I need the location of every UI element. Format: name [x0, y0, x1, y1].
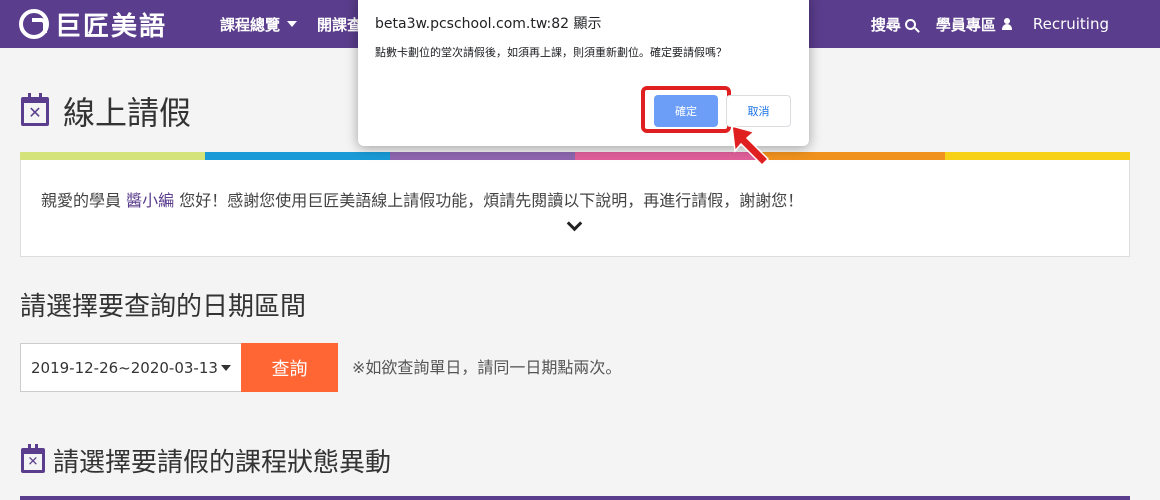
info-box: 親愛的學員 醬小編 您好！感謝您使用巨匠美語線上請假功能，煩請先閱讀以下說明，再…: [20, 160, 1130, 257]
nav-item-label: 課程總覽: [220, 15, 281, 34]
nav-left: 課程總覽 開課查: [220, 0, 362, 48]
pointer-arrow-icon: [731, 124, 770, 167]
nav-item-courses[interactable]: 課程總覽: [220, 14, 298, 35]
logo-mark-icon: [19, 9, 49, 39]
date-range-value: 2019-12-26~2020-03-13: [31, 358, 218, 377]
ok-button[interactable]: 確定: [654, 95, 718, 127]
calendar-x-icon: ✕: [21, 444, 45, 473]
info-text: 親愛的學員 醬小編 您好！感謝您使用巨匠美語線上請假功能，煩請先閱讀以下說明，再…: [41, 187, 803, 211]
chevron-down-icon[interactable]: [566, 215, 583, 232]
user-icon: [1001, 18, 1013, 30]
student-name: 醬小編: [126, 191, 175, 210]
leave-section-title: 請選擇要請假的課程狀態異動: [53, 448, 392, 478]
color-stripe-segment: [205, 152, 390, 160]
info-prefix: 親愛的學員: [41, 191, 127, 210]
nav-item-label: 學員專區: [935, 15, 996, 34]
page-title: 線上請假: [63, 94, 192, 132]
color-stripe: [20, 152, 1130, 160]
query-section-title: 請選擇要查詢的日期區間: [20, 292, 307, 322]
section-divider: [20, 496, 1130, 500]
calendar-x-icon: ✕: [21, 93, 49, 126]
dialog-host: beta3w.pcschool.com.tw:82 顯示: [375, 16, 602, 32]
nav-right: 搜尋 學員專區 Recruiting: [871, 0, 1109, 48]
color-stripe-segment: [760, 152, 945, 160]
color-stripe-segment: [390, 152, 575, 160]
dialog-message: 點數卡劃位的堂次請假後，如須再上課，則須重新劃位。確定要請假嗎？: [375, 46, 727, 59]
nav-item-schedule[interactable]: 開課查: [317, 14, 362, 35]
nav-item-label: 搜尋: [870, 15, 901, 34]
date-range-select[interactable]: 2019-12-26~2020-03-13: [20, 343, 242, 392]
info-suffix: 您好！感謝您使用巨匠美語線上請假功能，煩請先閱讀以下說明，再進行請假，謝謝您！: [174, 191, 804, 210]
nav-item-label: 開課查: [317, 15, 363, 34]
color-stripe-segment: [20, 152, 205, 160]
caret-down-icon: [221, 365, 231, 371]
search-icon: [904, 18, 916, 30]
brand-logo[interactable]: 巨匠美語: [19, 8, 168, 42]
nav-item-recruiting[interactable]: Recruiting: [1033, 15, 1109, 33]
cancel-button[interactable]: 取消: [726, 95, 791, 127]
nav-item-label: Recruiting: [1032, 15, 1109, 33]
nav-item-search[interactable]: 搜尋: [871, 14, 916, 35]
logo-text: 巨匠美語: [55, 11, 168, 42]
nav-item-member-area[interactable]: 學員專區: [936, 14, 1013, 35]
query-button[interactable]: 查詢: [241, 343, 338, 392]
color-stripe-segment: [945, 152, 1130, 160]
caret-down-icon: [287, 21, 298, 27]
query-hint: ※如欲查詢單日，請同一日期點兩次。: [352, 358, 622, 377]
